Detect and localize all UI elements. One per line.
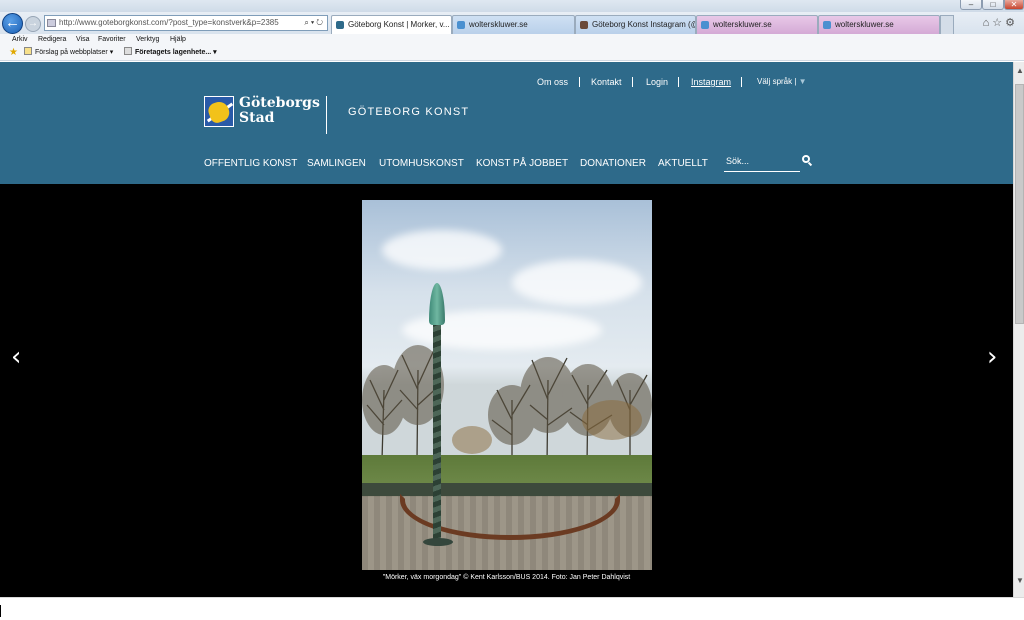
wk-favicon-icon bbox=[457, 21, 465, 29]
logo-line-2: Stad bbox=[239, 110, 275, 126]
tab-wolterskluwer-2[interactable]: wolterskluwer.se bbox=[696, 15, 818, 34]
grass bbox=[362, 455, 652, 485]
nav-aktuellt[interactable]: AKTUELLT bbox=[658, 157, 708, 171]
page-favicon-icon bbox=[47, 19, 56, 27]
favorite-label: Företagets lagenhete... ▾ bbox=[135, 49, 217, 56]
main-navigation: OFFENTLIG KONST SAMLINGEN UTOMHUSKONST K… bbox=[0, 157, 1013, 171]
address-text: http://www.goteborgkonst.com/?post_type=… bbox=[59, 18, 279, 27]
tab-instagram[interactable]: Göteborg Konst Instagram (@... bbox=[575, 15, 696, 34]
home-favorites-settings-icons[interactable]: ⌂☆⚙ bbox=[983, 16, 1018, 29]
pillar-top-sculpture bbox=[429, 283, 445, 325]
tab-label: Göteborg Konst Instagram (@... bbox=[592, 20, 696, 29]
language-selector[interactable]: Välj språk | ▼ bbox=[757, 75, 807, 89]
favorite-suggested-sites[interactable]: Förslag på webbplatser ▾ bbox=[24, 46, 113, 60]
divider bbox=[632, 77, 633, 87]
menu-arkiv[interactable]: Arkiv bbox=[12, 35, 28, 45]
back-button[interactable]: ← bbox=[2, 13, 23, 34]
nav-donationer[interactable]: DONATIONER bbox=[580, 157, 646, 171]
page-icon bbox=[124, 47, 132, 55]
nav-samlingen[interactable]: SAMLINGEN bbox=[307, 157, 366, 171]
tab-wolterskluwer-1[interactable]: wolterskluwer.se bbox=[452, 15, 575, 34]
menu-verktyg[interactable]: Verktyg bbox=[136, 35, 159, 45]
link-om-oss[interactable]: Om oss bbox=[537, 75, 568, 89]
link-login[interactable]: Login bbox=[646, 75, 668, 89]
nav-konst-pa-jobbet[interactable]: KONST PÅ JOBBET bbox=[476, 157, 568, 171]
favorite-label: Förslag på webbplatser ▾ bbox=[35, 49, 114, 56]
site-favicon-icon bbox=[336, 21, 344, 29]
menu-favoriter[interactable]: Favoriter bbox=[98, 35, 126, 45]
favorite-company-apartments[interactable]: Företagets lagenhete... ▾ bbox=[124, 46, 217, 60]
scroll-up-icon[interactable]: ▲ bbox=[1016, 66, 1024, 75]
link-instagram[interactable]: Instagram bbox=[691, 75, 731, 89]
link-kontakt[interactable]: Kontakt bbox=[591, 75, 622, 89]
site-header: Om oss Kontakt Login Instagram Välj språ… bbox=[0, 62, 1013, 184]
menu-redigera[interactable]: Redigera bbox=[38, 35, 66, 45]
menu-bar: Arkiv Redigera Visa Favoriter Verktyg Hj… bbox=[0, 34, 1024, 46]
text-caret bbox=[0, 605, 1, 617]
folder-icon bbox=[24, 47, 32, 55]
nav-utomhuskonst[interactable]: UTOMHUSKONST bbox=[379, 157, 464, 171]
divider bbox=[741, 77, 742, 87]
browser-navigation-row: ← → http://www.goteborgkonst.com/?post_t… bbox=[0, 12, 1024, 34]
tab-label: wolterskluwer.se bbox=[713, 20, 772, 29]
status-bar bbox=[0, 597, 1024, 620]
instagram-favicon-icon bbox=[580, 21, 588, 29]
wk-favicon-icon bbox=[823, 21, 831, 29]
menu-hjalp[interactable]: Hjälp bbox=[170, 35, 186, 45]
goteborgs-stad-logo-icon[interactable] bbox=[204, 96, 234, 127]
search-refresh-icon[interactable]: ⌕▾↻ bbox=[304, 16, 325, 30]
tab-label: Göteborg Konst | Morker, v... bbox=[348, 20, 450, 29]
maximize-icon[interactable]: □ bbox=[982, 0, 1004, 10]
minimize-icon[interactable]: – bbox=[960, 0, 982, 10]
close-icon[interactable]: ✕ bbox=[1004, 0, 1024, 10]
nav-offentlig-konst[interactable]: OFFENTLIG KONST bbox=[204, 157, 297, 171]
top-navigation: Om oss Kontakt Login Instagram Välj språ… bbox=[0, 75, 1013, 89]
site-search bbox=[724, 153, 810, 172]
tab-goteborg-konst[interactable]: Göteborg Konst | Morker, v... bbox=[331, 15, 452, 34]
forward-button[interactable]: → bbox=[25, 16, 41, 32]
scrollbar-thumb[interactable] bbox=[1015, 84, 1024, 324]
tab-label: wolterskluwer.se bbox=[469, 20, 528, 29]
language-label: Välj språk | bbox=[757, 77, 797, 86]
menu-visa[interactable]: Visa bbox=[76, 35, 90, 45]
favorites-star-icon[interactable]: ★ bbox=[9, 48, 18, 58]
cloud bbox=[382, 230, 502, 270]
artwork-photo bbox=[362, 200, 652, 570]
divider bbox=[579, 77, 580, 87]
new-tab-button[interactable] bbox=[940, 15, 954, 34]
pillar-base bbox=[423, 538, 453, 546]
logo-line-1: Göteborgs bbox=[239, 95, 320, 111]
photo-caption: "Mörker, väx morgondag" © Kent Karlsson/… bbox=[382, 574, 631, 581]
window-titlebar: – □ ✕ bbox=[0, 0, 1024, 12]
search-input[interactable] bbox=[724, 153, 788, 169]
logo-divider bbox=[326, 96, 327, 134]
image-gallery: ‹ › "Mörker, väx morgondag" © Kent Karls… bbox=[0, 184, 1013, 597]
site-title[interactable]: GÖTEBORG KONST bbox=[348, 106, 469, 118]
tab-wolterskluwer-3[interactable]: wolterskluwer.se bbox=[818, 15, 940, 34]
divider bbox=[678, 77, 679, 87]
scroll-down-icon[interactable]: ▼ bbox=[1016, 576, 1024, 585]
chevron-down-icon: ▼ bbox=[798, 77, 807, 86]
cloud bbox=[512, 260, 642, 305]
tab-label: wolterskluwer.se bbox=[835, 20, 894, 29]
twisted-pillar-sculpture bbox=[433, 295, 441, 545]
favorites-bar: ★ Förslag på webbplatser ▾ Företagets la… bbox=[0, 46, 1024, 61]
trees-silhouette bbox=[362, 345, 652, 466]
next-arrow-icon[interactable]: › bbox=[987, 344, 997, 370]
logo-text[interactable]: Göteborgs Stad bbox=[239, 96, 320, 126]
address-bar[interactable]: http://www.goteborgkonst.com/?post_type=… bbox=[44, 15, 328, 31]
page-scrollbar[interactable]: ▲ ▼ bbox=[1013, 62, 1024, 597]
search-icon[interactable] bbox=[802, 155, 810, 163]
wk-favicon-icon bbox=[701, 21, 709, 29]
previous-arrow-icon[interactable]: ‹ bbox=[11, 344, 21, 370]
